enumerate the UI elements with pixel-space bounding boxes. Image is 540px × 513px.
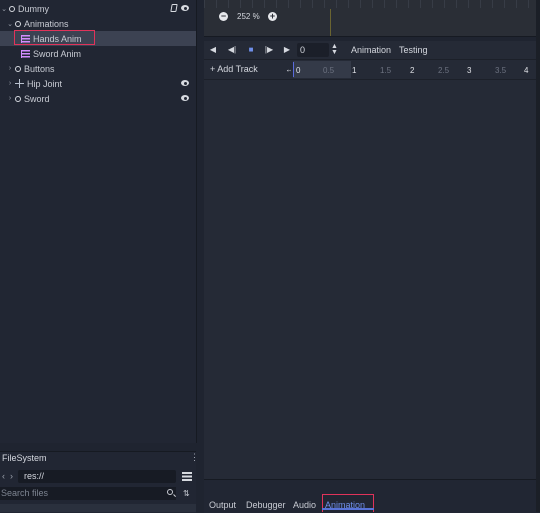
timeline-tick: 4	[524, 66, 529, 75]
timeline-tick: 3	[467, 66, 472, 75]
right-scroll-gutter	[536, 0, 540, 512]
zoom-in-icon[interactable]: +	[268, 12, 277, 21]
tree-item-label: Sword Anim	[33, 48, 82, 59]
filesystem-title[interactable]: FileSystem	[2, 451, 47, 465]
split-mode-icon[interactable]	[182, 472, 192, 481]
visibility-eye-icon[interactable]	[181, 95, 189, 101]
tab-audio[interactable]: Audio	[293, 500, 316, 510]
time-input[interactable]: 0	[297, 43, 329, 57]
timeline-tick: 3.5	[495, 66, 507, 75]
animation-player-icon	[21, 49, 30, 58]
collapse-arrow-icon[interactable]: ⌄	[6, 20, 14, 28]
tree-item-label: Dummy	[18, 3, 49, 14]
tree-item-sword[interactable]: › Sword	[0, 91, 196, 106]
script-icon[interactable]	[170, 4, 178, 12]
node-icon	[15, 20, 21, 27]
tree-item-sword-anim[interactable]: Sword Anim	[0, 46, 196, 61]
viewport-ruler	[204, 0, 540, 8]
visibility-eye-icon[interactable]	[181, 5, 189, 11]
back-icon[interactable]: ‹	[2, 471, 5, 481]
collapse-arrow-icon[interactable]: ⌄	[0, 5, 8, 13]
plus-icon: +	[210, 64, 216, 74]
timeline-tick: 0	[296, 66, 301, 75]
timeline-tick: 2	[410, 66, 415, 75]
track-separator	[204, 79, 540, 80]
path-field[interactable]: res://	[18, 470, 176, 483]
tree-item-label: Sword	[24, 93, 50, 104]
play-backwards-from-end-icon[interactable]: ◀|	[226, 44, 238, 56]
tree-item-label: Buttons	[24, 63, 55, 74]
play-backwards-icon[interactable]: ◀	[207, 44, 219, 56]
animation-menu-button[interactable]: Animation	[351, 45, 391, 55]
timeline-tick: 2.5	[438, 66, 450, 75]
tab-debugger[interactable]: Debugger	[246, 500, 286, 510]
tree-item-animations[interactable]: ⌄ Animations	[0, 16, 196, 31]
node-icon	[9, 5, 15, 12]
active-tab-underline	[322, 508, 374, 510]
timeline-cursor-highlight	[293, 61, 351, 78]
node-icon	[15, 95, 21, 102]
spinner-arrows-icon[interactable]: ▲ ▼	[331, 43, 338, 56]
dock-menu-icon[interactable]: ⋮	[190, 452, 199, 463]
tree-item-dummy[interactable]: ⌄ Dummy	[0, 1, 196, 16]
node-icon	[15, 65, 21, 72]
file-list[interactable]	[0, 504, 196, 512]
stop-icon[interactable]: ■	[245, 44, 257, 56]
tree-item-buttons[interactable]: › Buttons	[0, 61, 196, 76]
expand-arrow-icon[interactable]: ›	[6, 65, 14, 72]
forward-icon[interactable]: ›	[10, 471, 13, 481]
zoom-level[interactable]: 252 %	[237, 12, 260, 22]
sort-icon[interactable]: ⇅	[183, 489, 192, 498]
search-files-input[interactable]: Search files	[0, 487, 176, 500]
timeline-tick: 0.5	[323, 66, 335, 75]
zoom-out-icon[interactable]: −	[219, 12, 228, 21]
play-from-start-icon[interactable]: |▶	[263, 44, 275, 56]
play-icon[interactable]: ▶	[281, 44, 293, 56]
tree-item-hip-joint[interactable]: › Hip Joint	[0, 76, 196, 91]
timeline-tick: 1	[352, 66, 357, 75]
tab-output[interactable]: Output	[209, 500, 236, 510]
timeline-tick: 1.5	[380, 66, 392, 75]
add-track-label: Add Track	[217, 64, 258, 74]
visibility-eye-icon[interactable]	[181, 80, 189, 86]
search-icon	[167, 489, 173, 495]
expand-arrow-icon[interactable]: ›	[6, 95, 14, 102]
scene-tree-panel: ⌄ Dummy ⌄ Animations Hands Anim Sword An…	[0, 0, 197, 443]
animation-select[interactable]: Testing	[399, 45, 428, 55]
selection-highlight-box	[14, 30, 95, 45]
add-track-button[interactable]: + Add Track	[210, 64, 258, 74]
tree-item-label: Hip Joint	[27, 78, 63, 89]
joint-icon	[15, 79, 24, 88]
animation-panel	[204, 41, 540, 479]
tree-item-label: Animations	[24, 18, 69, 29]
viewport-axis-line	[330, 9, 331, 36]
expand-arrow-icon[interactable]: ›	[6, 80, 14, 87]
playhead[interactable]	[293, 62, 294, 77]
